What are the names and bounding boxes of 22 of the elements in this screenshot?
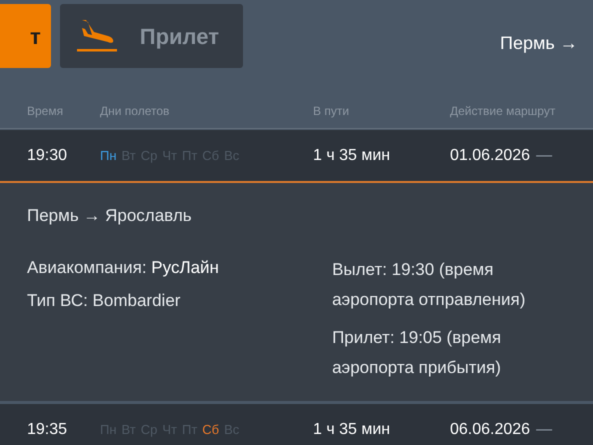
column-header: Время	[26, 103, 64, 120]
duration: 1 ч 35 мин	[313, 146, 390, 164]
departure-info: Вылет: 19:30 (время аэропорта отправления)	[332, 258, 526, 310]
arrival-info: Прилет: 19:05 (время аэропорта прибытия)	[332, 326, 502, 378]
aircraft-type: Тип ВС: Bombardier	[27, 290, 182, 312]
route-name: Пермь → Ярославль	[27, 205, 193, 227]
column-header: Дни полетов	[100, 103, 170, 120]
column-header: Действие маршрут	[450, 103, 556, 120]
departure-time: 19:35	[27, 421, 68, 438]
weekday: Сб	[202, 421, 220, 440]
route-title: Пермь →	[500, 32, 578, 55]
column-header: В пути	[313, 103, 350, 120]
duration: 1 ч 35 мин	[313, 421, 390, 438]
tab[interactable]: т	[0, 4, 51, 68]
weekday: Пн	[100, 146, 117, 165]
tab[interactable]: Прилет	[60, 4, 243, 68]
departure-time: 19:30	[27, 146, 68, 164]
dash: —	[536, 146, 552, 164]
valid-from-date: 01.06.2026	[450, 146, 530, 164]
dash: —	[536, 421, 552, 438]
valid-from-date: 06.06.2026	[450, 421, 530, 438]
airline-info: Авиакомпания: РусЛайн	[27, 256, 220, 278]
